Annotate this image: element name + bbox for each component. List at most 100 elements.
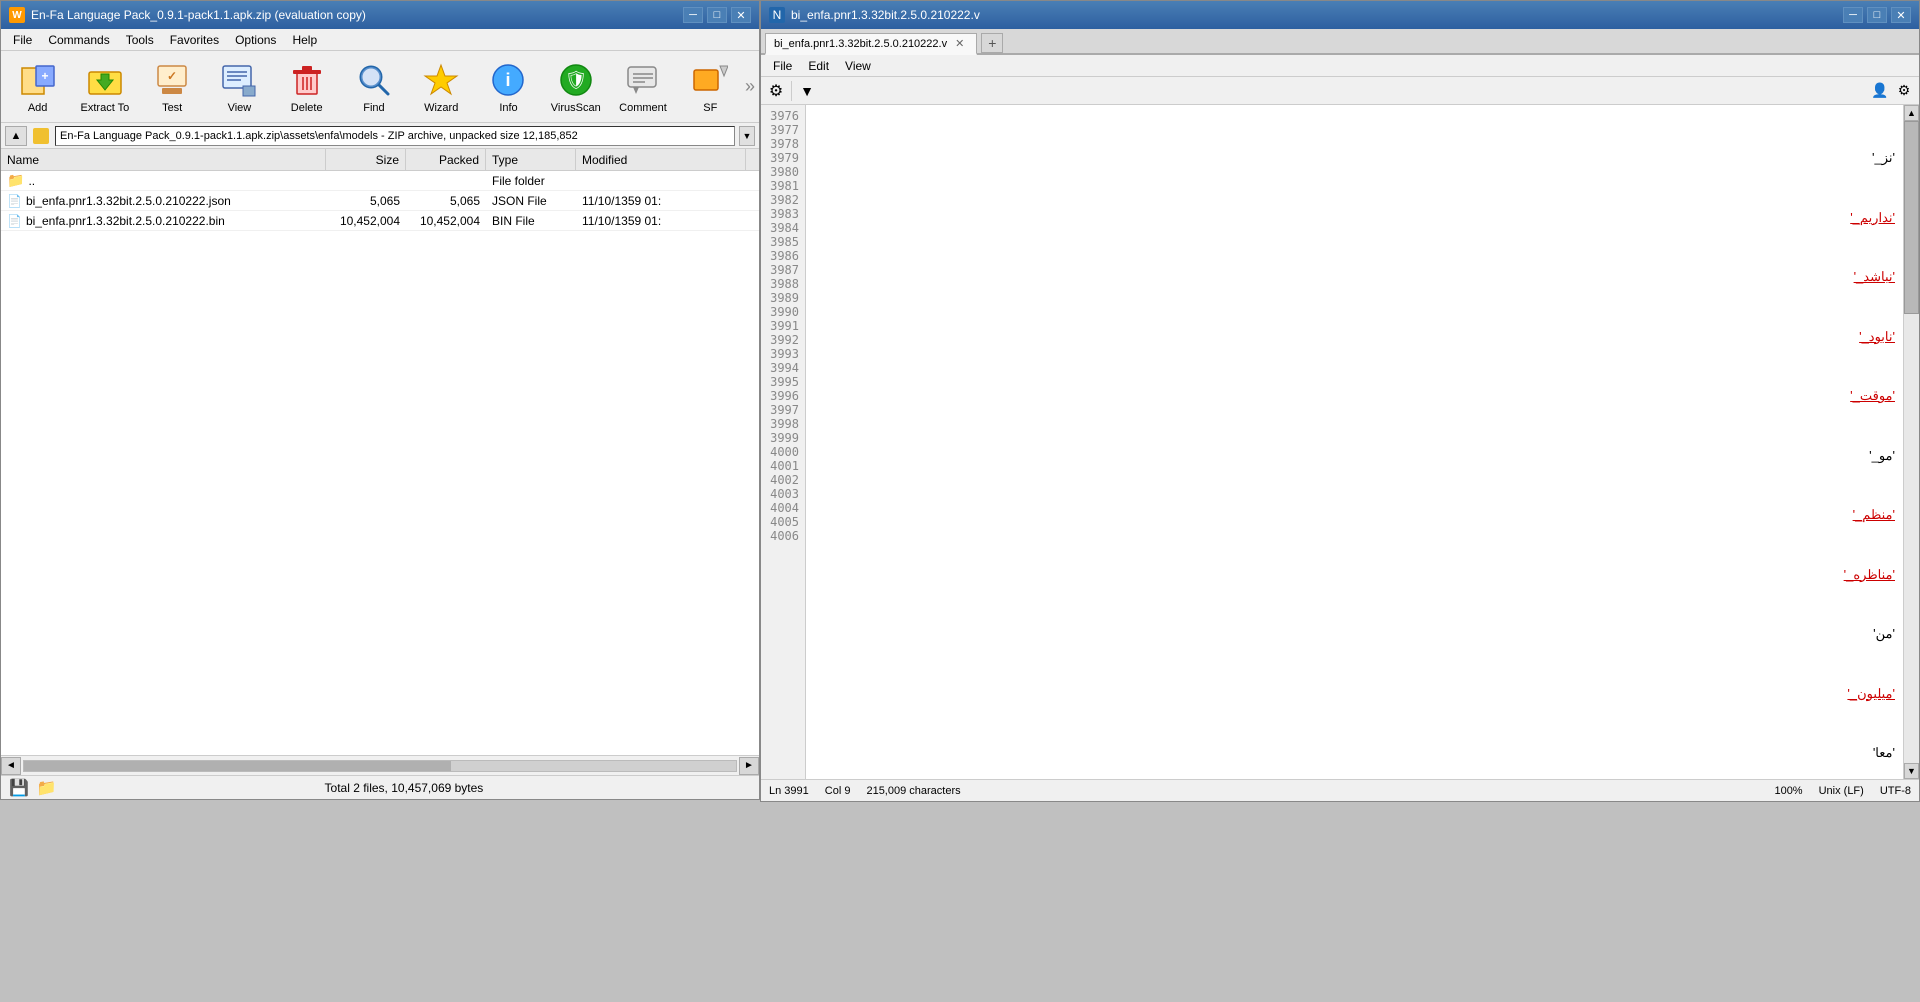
wizard-icon [421,60,461,100]
status-zoom: 100% [1774,785,1802,797]
folder-icon [33,128,49,144]
np-maximize-button[interactable]: □ [1867,7,1887,23]
view-label: View [228,102,252,114]
toolbar-sf-button[interactable]: SF [678,54,743,120]
vertical-scrollbar[interactable]: ▲ ▼ [1903,105,1919,779]
test-icon: ✓ [152,60,192,100]
file-size-cell: 10,452,004 [326,212,406,230]
menu-commands[interactable]: Commands [40,29,117,50]
close-button[interactable]: ✕ [731,7,751,23]
virusscan-label: VirusScan [551,102,601,114]
view-icon [219,60,259,100]
np-tool-settings[interactable]: ⚙ [765,80,787,102]
winrar-menu-bar: File Commands Tools Favorites Options He… [1,29,759,51]
wizard-label: Wizard [424,102,458,114]
content-line: 'نداریم_' [814,208,1895,229]
svg-text:🛡: 🛡 [564,70,587,90]
add-label: Add [28,102,48,114]
col-size-header[interactable]: Size [326,149,406,170]
virusscan-icon: 🛡 [556,60,596,100]
file-list-header: Name Size Packed Type Modified [1,149,759,171]
notepad-editor: 3976 3977 3978 3979 3980 3981 3982 3983 … [761,105,1919,779]
file-type-cell: JSON File [486,192,576,210]
menu-help[interactable]: Help [284,29,325,50]
status-right: 100% Unix (LF) UTF-8 [1774,785,1911,797]
status-folder-icon: 📁 [37,778,57,798]
svg-text:✓: ✓ [167,69,177,83]
scroll-right-button[interactable]: ► [739,757,759,775]
scrollbar-track-v[interactable] [1904,121,1919,763]
sf-label: SF [703,102,717,114]
toolbar-test-button[interactable]: ✓ Test [140,54,205,120]
menu-file[interactable]: File [5,29,40,50]
notepad-title: bi_enfa.pnr1.3.32bit.2.5.0.210222.v [791,8,980,22]
toolbar-add-button[interactable]: + Add [5,54,70,120]
winrar-icon: W [9,7,25,23]
file-name-cell: 📄 bi_enfa.pnr1.3.32bit.2.5.0.210222.bin [1,212,326,230]
scrollbar-track[interactable] [23,760,737,772]
toolbar-comment-button[interactable]: Comment [610,54,675,120]
toolbar-info-button[interactable]: i Info [476,54,541,120]
new-tab-button[interactable]: + [981,33,1003,53]
horizontal-scrollbar[interactable]: ◄ ► [1,755,759,775]
nav-up-button[interactable]: ▲ [5,126,27,146]
bin-file-icon: 📄 [7,214,22,228]
notepad-window: N bi_enfa.pnr1.3.32bit.2.5.0.210222.v ─ … [760,0,1920,802]
np-tool-gear[interactable]: ⚙ [1893,80,1915,102]
notepad-menu-bar: File Edit View [761,55,1919,77]
np-tool-chevron-down[interactable]: ▼ [796,80,818,102]
extract-icon [85,60,125,100]
np-menu-edit[interactable]: Edit [800,55,837,76]
toolbar-wizard-button[interactable]: Wizard [409,54,474,120]
status-text: Total 2 files, 10,457,069 bytes [57,781,751,795]
menu-favorites[interactable]: Favorites [162,29,227,50]
toolbar-find-button[interactable]: Find [341,54,406,120]
test-label: Test [162,102,182,114]
address-input[interactable]: En-Fa Language Pack_0.9.1-pack1.1.apk.zi… [55,126,735,146]
content-line: 'منظم_' [814,505,1895,526]
col-type-header[interactable]: Type [486,149,576,170]
scrollbar-thumb-v[interactable] [1904,121,1919,314]
scroll-left-button[interactable]: ◄ [1,757,21,775]
np-titlebar-left: N bi_enfa.pnr1.3.32bit.2.5.0.210222.v [769,7,980,23]
tab-close-button[interactable]: ✕ [953,37,966,50]
table-row[interactable]: 📄 bi_enfa.pnr1.3.32bit.2.5.0.210222.json… [1,191,759,211]
file-type-cell: File folder [486,172,576,190]
menu-options[interactable]: Options [227,29,284,50]
scroll-up-button[interactable]: ▲ [1904,105,1919,121]
toolbar-view-button[interactable]: View [207,54,272,120]
toolbar-extract-button[interactable]: Extract To [72,54,137,120]
winrar-toolbar: + Add Extract To ✓ [1,51,759,123]
content-line: 'مو_' [814,446,1895,467]
folder-icon: 📁 [7,172,24,189]
svg-text:i: i [506,70,511,90]
comment-icon [623,60,663,100]
content-line: 'موقت_' [814,386,1895,407]
scroll-down-button[interactable]: ▼ [1904,763,1919,779]
np-menu-view[interactable]: View [837,55,879,76]
minimize-button[interactable]: ─ [683,7,703,23]
scrollbar-thumb[interactable] [24,761,451,771]
status-ln: Ln 3991 [769,785,809,797]
np-menu-file[interactable]: File [765,55,800,76]
np-close-button[interactable]: ✕ [1891,7,1911,23]
editor-content[interactable]: 'نز_' 'نداریم_' 'نباشد_' 'نابود_' 'موقت_… [806,105,1903,779]
table-row[interactable]: 📁 .. File folder [1,171,759,191]
file-packed-cell: 10,452,004 [406,212,486,230]
content-line: 'معا' [814,743,1895,764]
toolbar-overflow[interactable]: » [745,76,755,97]
address-dropdown[interactable]: ▼ [739,126,755,146]
np-minimize-button[interactable]: ─ [1843,7,1863,23]
toolbar-delete-button[interactable]: Delete [274,54,339,120]
col-packed-header[interactable]: Packed [406,149,486,170]
content-line: 'مناظره_' [814,565,1895,586]
menu-tools[interactable]: Tools [118,29,162,50]
maximize-button[interactable]: □ [707,7,727,23]
np-tool-user[interactable]: 👤 [1869,80,1891,102]
col-name-header[interactable]: Name [1,149,326,170]
col-modified-header[interactable]: Modified [576,149,746,170]
content-line: 'من' [814,624,1895,645]
toolbar-virusscan-button[interactable]: 🛡 VirusScan [543,54,608,120]
table-row[interactable]: 📄 bi_enfa.pnr1.3.32bit.2.5.0.210222.bin … [1,211,759,231]
tab-file[interactable]: bi_enfa.pnr1.3.32bit.2.5.0.210222.v ✕ [765,33,977,55]
